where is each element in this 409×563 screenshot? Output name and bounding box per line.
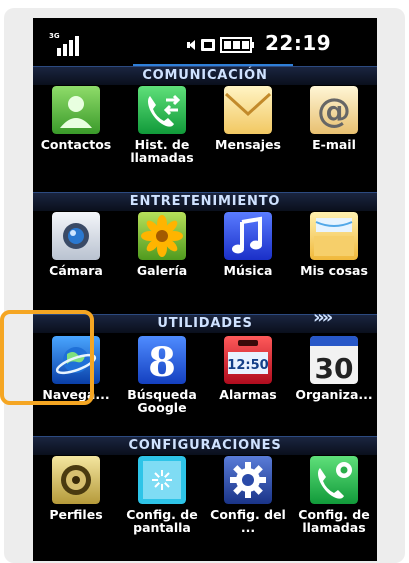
signal-strength-icon: 3G [49,32,89,56]
selection-highlight [0,310,94,405]
app-busqueda-google[interactable]: 8 Búsqueda Google [119,336,205,432]
next-page-arrows-icon[interactable]: »» [313,307,333,328]
app-config-llamadas[interactable]: Config. de llamadas [291,456,377,552]
calendar-day-glyph: 30 [315,352,354,384]
status-icons [187,37,254,53]
display-settings-icon [138,456,186,504]
speaker-icon [187,40,195,50]
call-settings-icon [310,456,358,504]
section-title: ENTRETENIMIENTO [129,194,281,209]
section-title: COMUNICACIÓN [142,68,268,83]
section-title: UTILIDADES [157,316,253,331]
music-note-icon [224,212,272,260]
google-g-glyph: 8 [148,339,176,384]
app-label: Hist. de llamadas [130,137,194,165]
app-mensajes[interactable]: Mensajes [205,86,291,182]
app-label: Mensajes [215,137,281,152]
network-type-label: 3G [49,32,60,40]
app-label: Config. del ... [210,507,286,535]
app-label: Cámara [49,263,103,278]
app-label: Alarmas [219,387,277,402]
app-label: Búsqueda Google [127,387,197,415]
folder-icon [310,212,358,260]
app-label: Mis cosas [300,263,368,278]
gear-icon [224,456,272,504]
calendar-icon: 30 [310,336,358,384]
app-historial-llamadas[interactable]: Hist. de llamadas [119,86,205,182]
google-search-icon: 8 [138,336,186,384]
at-sign-icon: @ [310,86,358,134]
app-contactos[interactable]: Contactos [33,86,119,182]
envelope-icon [224,86,272,134]
app-perfiles[interactable]: Perfiles [33,456,119,552]
battery-icon [220,37,254,53]
app-mis-cosas[interactable]: Mis cosas [291,212,377,308]
app-organizador[interactable]: 30 Organiza... [291,336,377,432]
app-label: Galería [136,263,188,278]
alarm-clock-icon: 12:50 [224,336,272,384]
speaker-profile-icon [52,456,100,504]
app-label: Contactos [40,137,112,152]
app-config-pantalla[interactable]: Config. de pantalla [119,456,205,552]
app-label: Organiza... [295,387,373,402]
phone-screen: 3G 22:19 COMUNICACIÓN Contactos Hist. de… [33,18,377,561]
app-camara[interactable]: Cámara [33,212,119,308]
flower-gallery-icon [138,212,186,260]
camera-icon [52,212,100,260]
app-alarmas[interactable]: 12:50 Alarmas [205,336,291,432]
section-header-comunicacion: COMUNICACIÓN [33,66,377,85]
section-header-configuraciones: CONFIGURACIONES [33,436,377,455]
section-title: CONFIGURACIONES [128,438,282,453]
app-musica[interactable]: Música [205,212,291,308]
app-label: Perfiles [49,507,103,522]
section-header-entretenimiento: ENTRETENIMIENTO [33,192,377,211]
alarm-time-glyph: 12:50 [227,358,268,373]
app-email[interactable]: @ E-mail [291,86,377,182]
contacts-icon [52,86,100,134]
app-label: Config. de pantalla [126,507,198,535]
memory-card-icon [201,39,215,51]
call-history-icon [138,86,186,134]
clock-time: 22:19 [265,31,332,55]
app-galeria[interactable]: Galería [119,212,205,308]
app-label: E-mail [312,137,356,152]
app-label: Config. de llamadas [298,507,370,535]
at-glyph: @ [317,91,351,131]
status-bar: 3G 22:19 [33,18,377,62]
app-label: Música [223,263,273,278]
app-config-del[interactable]: Config. del ... [205,456,291,552]
